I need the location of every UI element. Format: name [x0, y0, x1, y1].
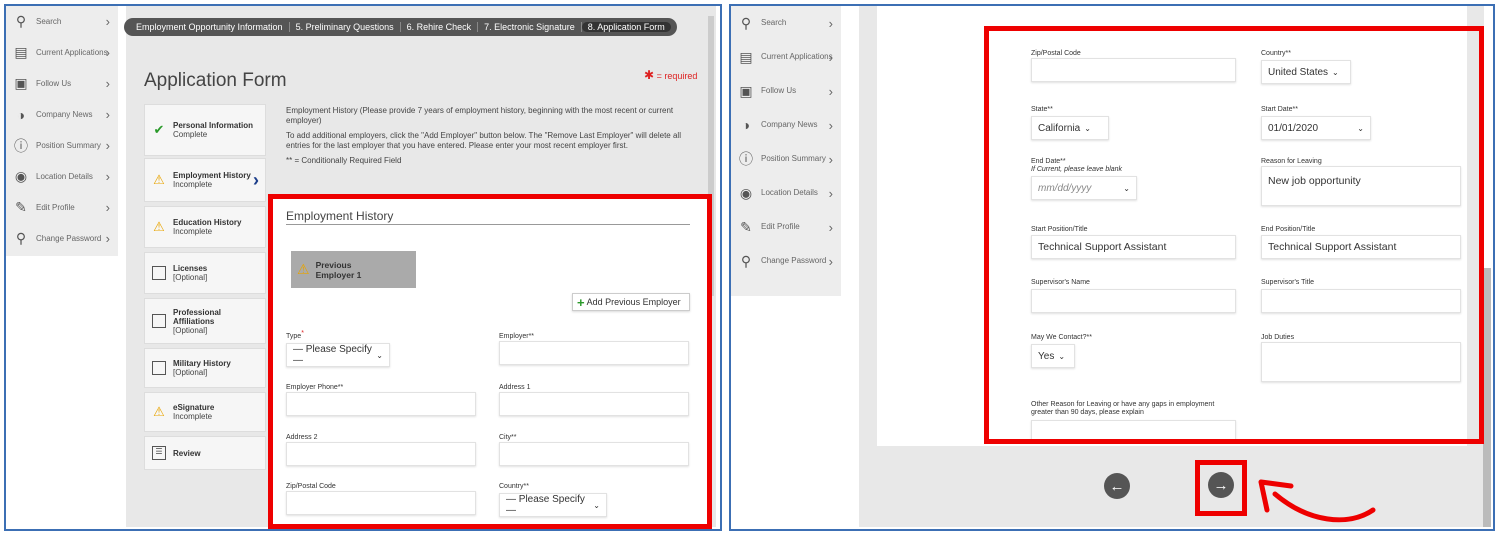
sidebar-item-search[interactable]: ⚲ Search › [731, 6, 841, 40]
pin-icon: ◉ [14, 168, 28, 184]
sidebar-item-company-news[interactable]: ◑ Company News › [731, 108, 841, 142]
key-icon: ⚲ [15, 230, 27, 246]
sidebar-item-position-summary[interactable]: ⓘ Position Summary › [6, 130, 118, 161]
sidebar-item-change-password[interactable]: ⚲ Change Password › [6, 223, 118, 254]
clipboard-icon: ▤ [14, 44, 28, 60]
chevron-right-icon: › [105, 231, 110, 246]
chevron-right-icon: › [105, 107, 110, 122]
sidebar-item-location-details[interactable]: ◉ Location Details › [731, 176, 841, 210]
page-title: Application Form [144, 70, 287, 91]
globe-icon: ◑ [16, 106, 26, 123]
highlight-box [984, 26, 1484, 444]
search-icon: ⚲ [15, 13, 27, 29]
sidebar: ⚲ Search › ▤ Current Applications › ▣ Follow … [731, 6, 841, 296]
highlight-box [268, 194, 712, 529]
warning-icon: ⚠ [153, 172, 165, 187]
sidebar-item-current-applications[interactable]: ▤ Current Applications › [731, 40, 841, 74]
checkbox-icon [151, 313, 167, 329]
sidebar-item-current-applications[interactable]: ▤ Current Applications › [6, 37, 118, 68]
sidebar-item-position-summary[interactable]: ⓘ Position Summary › [731, 142, 841, 176]
chevron-right-icon: › [828, 117, 833, 133]
info-icon: ⓘ [739, 151, 753, 167]
chevron-right-icon: › [105, 169, 110, 184]
chevron-right-icon: › [105, 45, 110, 60]
checkbox-icon [151, 265, 167, 281]
pointer-arrow-icon [1258, 479, 1376, 523]
step-employment-history[interactable]: ⚠ Employment History Incomplete › [144, 158, 266, 202]
sidebar-item-change-password[interactable]: ⚲ Change Password › [731, 244, 841, 278]
chevron-right-icon: › [105, 138, 110, 153]
chevron-right-icon: › [828, 219, 833, 235]
check-circle-icon: ✔ [153, 122, 165, 137]
breadcrumb: Employment Opportunity Information 5. Pr… [124, 18, 677, 36]
review-icon: ☰ [151, 445, 167, 461]
sidebar-item-company-news[interactable]: ◑ Company News › [6, 99, 118, 130]
sidebar-item-follow-us[interactable]: ▣ Follow Us › [6, 68, 118, 99]
step-licenses[interactable]: Licenses [Optional] [144, 252, 266, 294]
chevron-right-icon: › [828, 185, 833, 201]
step-professional-affiliations[interactable]: Professional Affiliations [Optional] [144, 298, 266, 344]
sidebar: ⚲ Search › ▤ Current Applications › ▣ Follow … [6, 6, 118, 256]
breadcrumb-step-4[interactable]: Employment Opportunity Information [130, 22, 290, 32]
chat-icon: ▣ [739, 82, 753, 99]
chevron-right-icon: › [828, 83, 833, 99]
breadcrumb-step-7[interactable]: 7. Electronic Signature [478, 22, 582, 32]
next-highlight-box [1195, 460, 1247, 516]
sidebar-item-search[interactable]: ⚲ Search › [6, 6, 118, 37]
chevron-right-icon: › [105, 200, 110, 215]
clipboard-icon: ▤ [739, 48, 753, 65]
arrow-left-icon: ← [1109, 477, 1125, 495]
breadcrumb-step-8[interactable]: 8. Application Form [581, 22, 671, 32]
edit-icon: ✎ [740, 218, 752, 235]
scrollbar[interactable] [1483, 268, 1491, 527]
back-arrow-button[interactable]: ← [1104, 473, 1130, 499]
step-review[interactable]: ☰ Review [144, 436, 266, 470]
chevron-right-icon: › [828, 49, 833, 65]
chevron-right-icon: › [828, 253, 833, 269]
step-esignature[interactable]: ⚠ eSignature Incomplete [144, 392, 266, 432]
edit-icon: ✎ [15, 199, 27, 215]
globe-icon: ◑ [741, 117, 751, 133]
step-personal-information[interactable]: ✔ Personal Information Complete [144, 104, 266, 156]
pin-icon: ◉ [739, 184, 753, 201]
key-icon: ⚲ [740, 252, 752, 269]
info-icon: ⓘ [14, 137, 28, 154]
step-education-history[interactable]: ⚠ Education History Incomplete [144, 206, 266, 248]
chevron-right-icon: › [253, 169, 259, 190]
right-screenshot-panel: ⚲ Search › ▤ Current Applications › ▣ Follow … [729, 4, 1495, 531]
chat-icon: ▣ [14, 75, 28, 91]
sidebar-item-edit-profile[interactable]: ✎ Edit Profile › [731, 210, 841, 244]
sidebar-item-follow-us[interactable]: ▣ Follow Us › [731, 74, 841, 108]
breadcrumb-step-6[interactable]: 6. Rehire Check [401, 22, 479, 32]
chevron-right-icon: › [105, 14, 110, 29]
sidebar-item-location-details[interactable]: ◉ Location Details › [6, 161, 118, 192]
chevron-right-icon: › [105, 76, 110, 91]
step-military-history[interactable]: Military History [Optional] [144, 348, 266, 388]
breadcrumb-step-5[interactable]: 5. Preliminary Questions [290, 22, 401, 32]
sidebar-item-edit-profile[interactable]: ✎ Edit Profile › [6, 192, 118, 223]
warning-icon: ⚠ [153, 219, 165, 234]
chevron-right-icon: › [828, 15, 833, 31]
checkbox-icon [151, 360, 167, 376]
warning-icon: ⚠ [153, 404, 165, 419]
intro-text: Employment History (Please provide 7 yea… [286, 106, 681, 165]
search-icon: ⚲ [740, 14, 752, 31]
chevron-right-icon: › [828, 151, 833, 167]
required-note: ✱ = required [644, 68, 698, 82]
left-screenshot-panel: ⚲ Search › ▤ Current Applications › ▣ Follow … [4, 4, 722, 531]
